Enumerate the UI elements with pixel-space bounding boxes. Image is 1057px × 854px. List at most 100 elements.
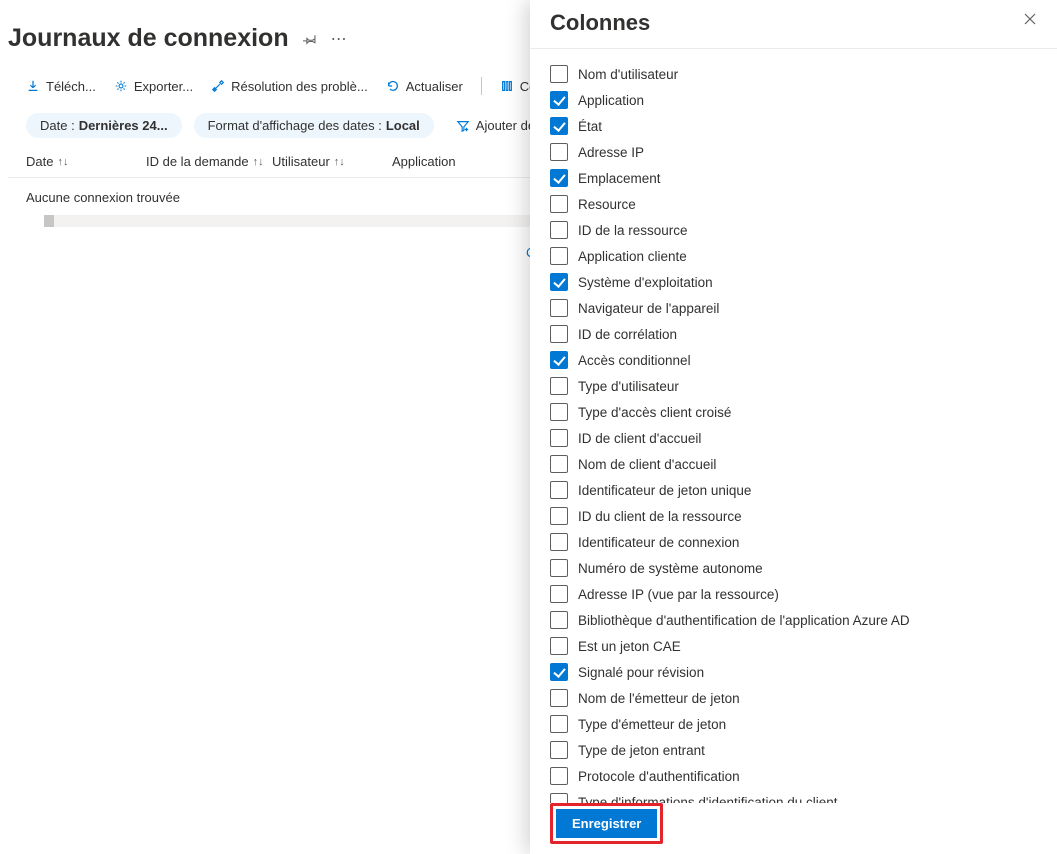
checkbox[interactable] [550, 325, 568, 343]
checkbox[interactable] [550, 403, 568, 421]
checkbox[interactable] [550, 533, 568, 551]
column-option[interactable]: Signalé pour révision [550, 659, 1057, 685]
column-option-label: ID de client d'accueil [578, 431, 701, 446]
panel-body[interactable]: Nom d'utilisateur Application État Adresse … [530, 48, 1057, 854]
panel-header: Colonnes [530, 0, 1057, 48]
filter-format-label: Format d'affichage des dates : [208, 118, 382, 133]
refresh-label: Actualiser [406, 79, 463, 94]
column-option-label: Type d'accès client croisé [578, 405, 731, 420]
column-option[interactable]: Nom de l'émetteur de jeton [550, 685, 1057, 711]
column-option[interactable]: Type d'émetteur de jeton [550, 711, 1057, 737]
column-option-label: Application cliente [578, 249, 687, 264]
checkbox[interactable] [550, 169, 568, 187]
column-option[interactable]: ID de la ressource [550, 217, 1057, 243]
column-option[interactable]: Adresse IP [550, 139, 1057, 165]
column-request-id[interactable]: ID de la demande ↑↓ [146, 154, 272, 169]
checkbox[interactable] [550, 663, 568, 681]
checkbox[interactable] [550, 585, 568, 603]
checkbox[interactable] [550, 507, 568, 525]
download-button[interactable]: Téléch... [26, 79, 96, 94]
column-option[interactable]: Système d'exploitation [550, 269, 1057, 295]
checkbox[interactable] [550, 429, 568, 447]
columns-panel: Colonnes Nom d'utilisateur Application Éta… [530, 0, 1057, 854]
checkbox[interactable] [550, 351, 568, 369]
panel-footer: Enregistrer [530, 803, 1057, 854]
column-option[interactable]: Est un jeton CAE [550, 633, 1057, 659]
checkbox[interactable] [550, 195, 568, 213]
checkbox[interactable] [550, 299, 568, 317]
filter-add-icon [456, 119, 470, 133]
filter-date[interactable]: Date : Dernières 24... [26, 113, 182, 138]
troubleshoot-label: Résolution des problè... [231, 79, 368, 94]
checkbox[interactable] [550, 715, 568, 733]
checkbox[interactable] [550, 455, 568, 473]
checkbox[interactable] [550, 689, 568, 707]
checkbox[interactable] [550, 143, 568, 161]
column-option[interactable]: Identificateur de connexion [550, 529, 1057, 555]
checkbox[interactable] [550, 65, 568, 83]
close-button[interactable] [1021, 10, 1039, 28]
pin-icon[interactable] [303, 32, 317, 46]
checkbox[interactable] [550, 637, 568, 655]
column-option[interactable]: ID de corrélation [550, 321, 1057, 347]
column-option[interactable]: Type d'accès client croisé [550, 399, 1057, 425]
column-option-label: Est un jeton CAE [578, 639, 681, 654]
column-option-label: Identificateur de connexion [578, 535, 739, 550]
column-option[interactable]: Bibliothèque d'authentification de l'app… [550, 607, 1057, 633]
column-option[interactable]: Type de jeton entrant [550, 737, 1057, 763]
column-option[interactable]: Type d'utilisateur [550, 373, 1057, 399]
more-icon[interactable]: ⋯ [331, 29, 347, 49]
checkbox[interactable] [550, 481, 568, 499]
filter-date-format[interactable]: Format d'affichage des dates : Local [194, 113, 434, 138]
checkbox[interactable] [550, 741, 568, 759]
column-application-label: Application [392, 154, 456, 169]
column-option[interactable]: État [550, 113, 1057, 139]
column-date[interactable]: Date ↑↓ [26, 154, 146, 169]
column-option-label: Nom de l'émetteur de jeton [578, 691, 740, 706]
checkbox[interactable] [550, 247, 568, 265]
checkbox[interactable] [550, 273, 568, 291]
save-button[interactable]: Enregistrer [556, 809, 657, 838]
column-option[interactable]: Accès conditionnel [550, 347, 1057, 373]
save-highlight: Enregistrer [550, 803, 663, 844]
column-option[interactable]: Nom de client d'accueil [550, 451, 1057, 477]
filter-date-value: Dernières 24... [79, 118, 168, 133]
columns-icon [500, 79, 514, 93]
column-option[interactable]: Navigateur de l'appareil [550, 295, 1057, 321]
column-option[interactable]: Identificateur de jeton unique [550, 477, 1057, 503]
checkbox[interactable] [550, 559, 568, 577]
column-option[interactable]: Adresse IP (vue par la ressource) [550, 581, 1057, 607]
column-option[interactable]: Emplacement [550, 165, 1057, 191]
checkbox[interactable] [550, 767, 568, 785]
column-application[interactable]: Application [392, 154, 512, 169]
column-option-label: Signalé pour révision [578, 665, 704, 680]
checkbox[interactable] [550, 377, 568, 395]
column-option[interactable]: Application cliente [550, 243, 1057, 269]
column-option-label: Protocole d'authentification [578, 769, 740, 784]
checkbox[interactable] [550, 91, 568, 109]
scroll-arrow-left[interactable] [44, 215, 54, 227]
column-option-label: État [578, 119, 602, 134]
checkbox[interactable] [550, 221, 568, 239]
column-option[interactable]: Resource [550, 191, 1057, 217]
column-request-id-label: ID de la demande [146, 154, 249, 169]
column-option-label: Application [578, 93, 644, 108]
column-option[interactable]: Protocole d'authentification [550, 763, 1057, 789]
column-option-label: Nom de client d'accueil [578, 457, 716, 472]
checkbox[interactable] [550, 117, 568, 135]
column-user[interactable]: Utilisateur ↑↓ [272, 154, 392, 169]
checkbox[interactable] [550, 611, 568, 629]
download-icon [26, 79, 40, 93]
troubleshoot-button[interactable]: Résolution des problè... [211, 79, 368, 94]
column-option[interactable]: Application [550, 87, 1057, 113]
column-option[interactable]: ID de client d'accueil [550, 425, 1057, 451]
filter-date-label: Date : [40, 118, 75, 133]
column-option[interactable]: Nom d'utilisateur [550, 61, 1057, 87]
column-option-label: Adresse IP [578, 145, 644, 160]
close-icon [1023, 12, 1037, 26]
export-button[interactable]: Exporter... [114, 79, 193, 94]
column-option-label: Type de jeton entrant [578, 743, 705, 758]
column-option[interactable]: ID du client de la ressource [550, 503, 1057, 529]
refresh-button[interactable]: Actualiser [386, 79, 463, 94]
column-option[interactable]: Numéro de système autonome [550, 555, 1057, 581]
